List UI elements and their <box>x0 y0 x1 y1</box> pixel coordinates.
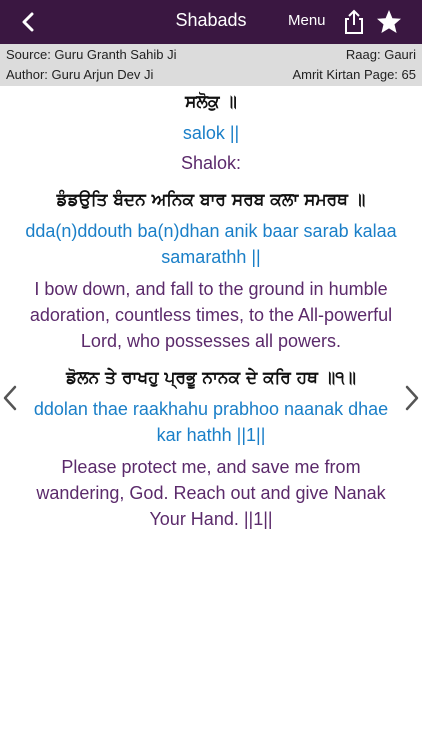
next-shabad-button[interactable] <box>404 384 420 412</box>
menu-button[interactable]: Menu <box>288 12 326 29</box>
author-label: Author: Guru Arjun Dev Ji <box>6 67 154 82</box>
verse-1-translation: I bow down, and fall to the ground in hu… <box>29 279 393 351</box>
share-icon <box>345 9 363 34</box>
verse-1-gurmukhi: ਡੰਡਉਤਿ ਬੰਦਨ ਅਨਿਕ ਬਾਰ ਸਰਬ ਕਲਾ ਸਮਰਥ ॥ <box>56 190 366 210</box>
favorite-button[interactable] <box>375 8 403 36</box>
chevron-left-icon <box>3 385 17 411</box>
page-label: Amrit Kirtan Page: 65 <box>292 67 416 82</box>
shabad-info-bar: Source: Guru Granth Sahib Ji Raag: Gauri… <box>0 44 422 86</box>
verse-2-gurmukhi: ਡੋਲਨ ਤੇ ਰਾਖਹੁ ਪ੍ਰਭੂ ਨਾਨਕ ਦੇ ਕਰਿ ਹਥ ॥੧॥ <box>66 368 356 388</box>
top-navigation-bar: Shabads Menu <box>0 0 422 44</box>
back-button[interactable] <box>14 8 42 36</box>
chevron-right-icon <box>405 385 419 411</box>
chevron-left-icon <box>22 12 34 32</box>
page-title: Shabads <box>175 10 247 30</box>
source-label: Source: Guru Granth Sahib Ji <box>6 47 177 62</box>
shabad-content: ਸਲੋਕੁ ॥ salok || Shalok: ਡੰਡਉਤਿ ਬੰਦਨ ਅਨਿ… <box>20 86 402 532</box>
previous-shabad-button[interactable] <box>2 384 18 412</box>
heading-gurmukhi: ਸਲੋਕੁ ॥ <box>185 92 237 112</box>
verse-2-translation: Please protect me, and save me from wand… <box>36 457 386 529</box>
verse-2-transliteration: ddolan thae raakhahu prabhoo naanak dhae… <box>33 399 389 445</box>
verse-1-transliteration: dda(n)ddouth ba(n)dhan anik baar sarab k… <box>25 221 397 267</box>
heading-transliteration: salok || <box>182 123 240 143</box>
heading-translation: Shalok: <box>180 153 242 173</box>
raag-label: Raag: Gauri <box>345 47 416 62</box>
star-icon <box>377 10 401 33</box>
share-button[interactable] <box>340 8 368 36</box>
